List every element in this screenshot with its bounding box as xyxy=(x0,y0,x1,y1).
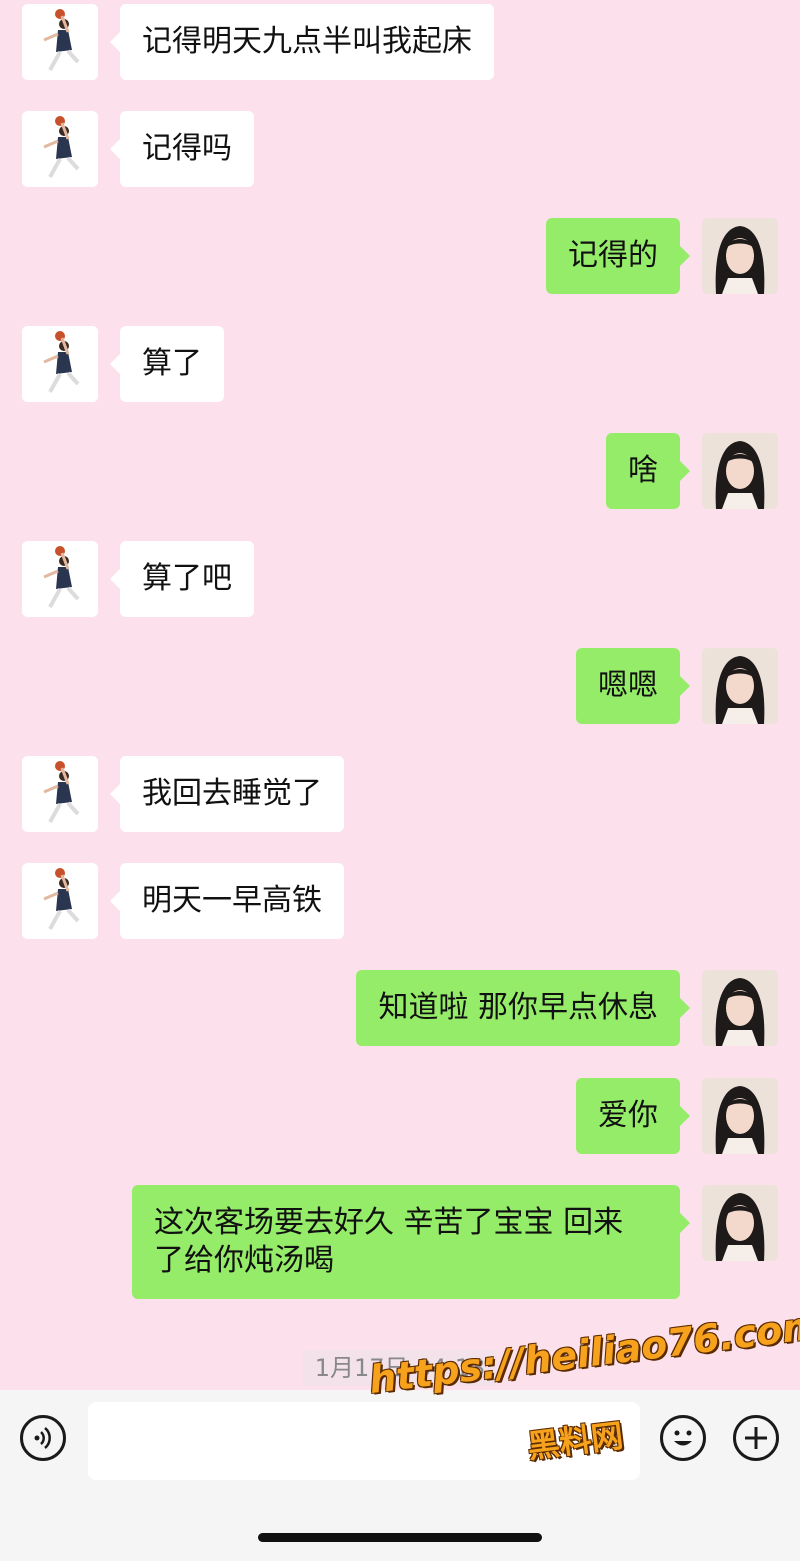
message-bubble[interactable]: 记得明天九点半叫我起床 xyxy=(110,4,494,80)
woman-portrait-avatar-icon xyxy=(702,648,778,724)
self-avatar[interactable] xyxy=(702,970,778,1046)
contact-avatar[interactable] xyxy=(22,4,98,80)
more-button[interactable] xyxy=(733,1415,779,1461)
message-bubble[interactable]: 啥 xyxy=(606,433,690,509)
voice-button[interactable] xyxy=(20,1415,66,1461)
message-bubble[interactable]: 算了 xyxy=(110,326,224,402)
message-bubble[interactable]: 嗯嗯 xyxy=(576,648,690,724)
self-avatar[interactable] xyxy=(702,1185,778,1261)
chat-input-bar xyxy=(0,1390,800,1561)
self-avatar[interactable] xyxy=(702,218,778,294)
voice-icon xyxy=(34,1427,51,1449)
woman-portrait-avatar-icon xyxy=(702,1185,778,1261)
message-bubble[interactable]: 算了吧 xyxy=(110,541,254,617)
message-timestamp: 1月17日 04:13 xyxy=(303,1350,497,1386)
message-bubble[interactable]: 爱你 xyxy=(576,1078,690,1154)
emoji-button[interactable] xyxy=(660,1415,706,1461)
basketball-player-avatar-icon xyxy=(22,756,98,832)
message-bubble[interactable]: 这次客场要去好久 辛苦了宝宝 回来 了给你炖汤喝 xyxy=(132,1185,690,1299)
home-indicator[interactable] xyxy=(258,1533,542,1542)
message-input[interactable] xyxy=(88,1402,640,1480)
woman-portrait-avatar-icon xyxy=(702,970,778,1046)
message-bubble[interactable]: 记得的 xyxy=(546,218,690,294)
self-avatar[interactable] xyxy=(702,1078,778,1154)
woman-portrait-avatar-icon xyxy=(702,1078,778,1154)
emoji-icon xyxy=(674,1430,692,1446)
contact-avatar[interactable] xyxy=(22,541,98,617)
woman-portrait-avatar-icon xyxy=(702,218,778,294)
message-bubble[interactable]: 我回去睡觉了 xyxy=(110,756,344,832)
message-bubble[interactable]: 知道啦 那你早点休息 xyxy=(356,970,690,1046)
basketball-player-avatar-icon xyxy=(22,4,98,80)
basketball-player-avatar-icon xyxy=(22,111,98,187)
message-bubble[interactable]: 明天一早高铁 xyxy=(110,863,344,939)
contact-avatar[interactable] xyxy=(22,756,98,832)
basketball-player-avatar-icon xyxy=(22,863,98,939)
contact-avatar[interactable] xyxy=(22,326,98,402)
basketball-player-avatar-icon xyxy=(22,541,98,617)
basketball-player-avatar-icon xyxy=(22,326,98,402)
self-avatar[interactable] xyxy=(702,648,778,724)
self-avatar[interactable] xyxy=(702,433,778,509)
message-bubble[interactable]: 记得吗 xyxy=(110,111,254,187)
contact-avatar[interactable] xyxy=(22,863,98,939)
plus-icon xyxy=(745,1427,767,1449)
contact-avatar[interactable] xyxy=(22,111,98,187)
woman-portrait-avatar-icon xyxy=(702,433,778,509)
chat-history[interactable]: 记得明天九点半叫我起床 记得吗 记得的 算了 啥 算了吧 嗯嗯 我回去睡觉了 明… xyxy=(0,0,800,1390)
